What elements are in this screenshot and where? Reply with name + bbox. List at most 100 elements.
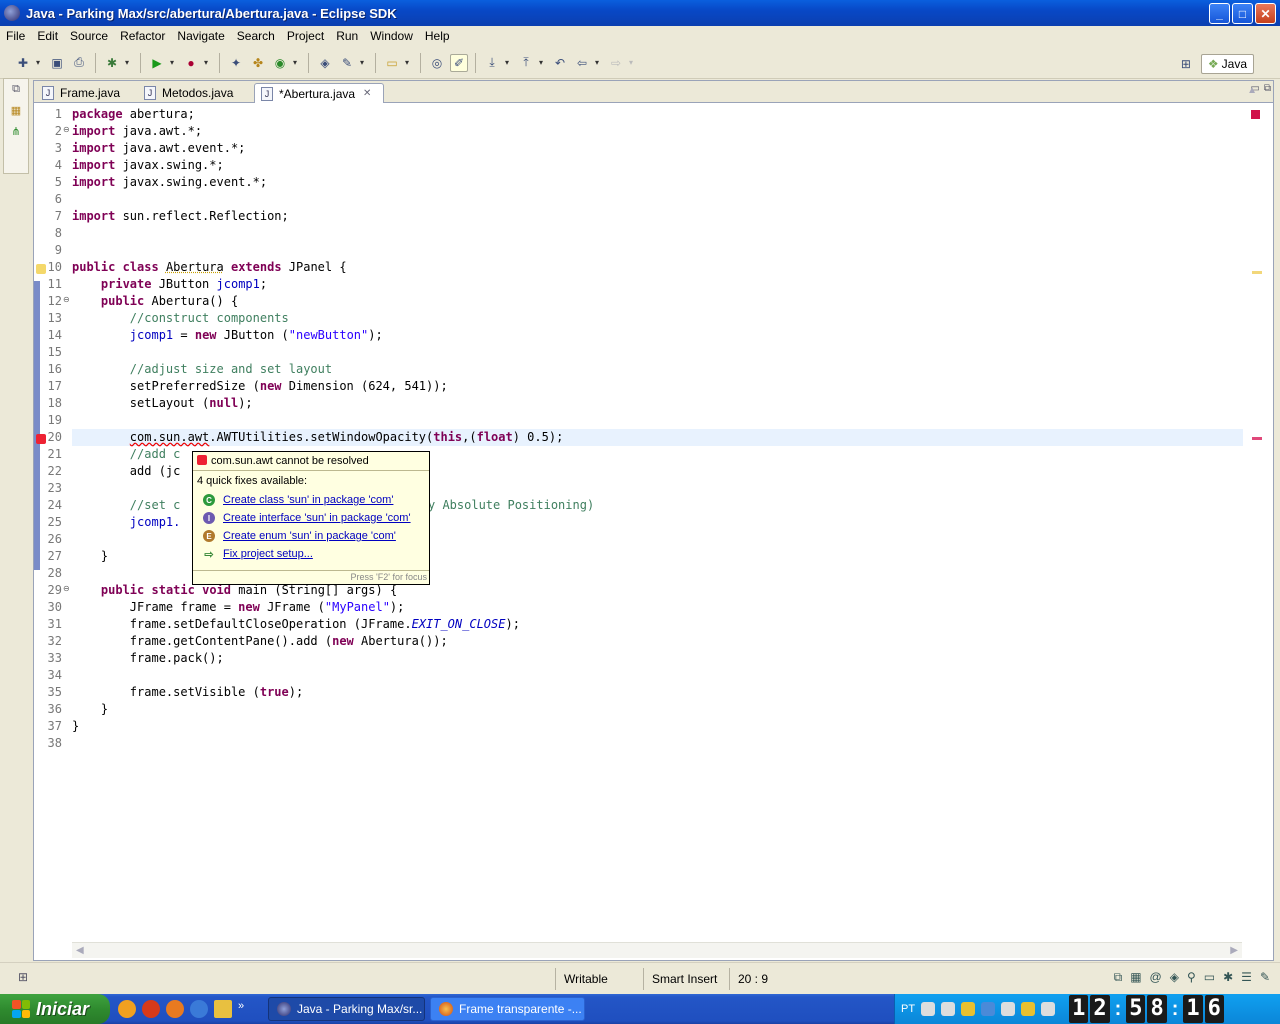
print-icon[interactable]: ⎙ [70, 54, 88, 72]
tray-icon[interactable] [921, 1002, 936, 1016]
declaration-icon[interactable]: ◈ [1170, 970, 1179, 985]
scroll-right-icon[interactable]: ▶ [1230, 945, 1238, 956]
fold-icon[interactable]: ⊖ [63, 580, 70, 597]
next-annotation-dropdown-icon[interactable]: ▾ [505, 58, 513, 67]
start-button[interactable]: Iniciar [0, 994, 110, 1024]
java-perspective-button[interactable]: ❖ Java [1200, 54, 1254, 74]
menu-source[interactable]: Source [64, 29, 114, 43]
task-firefox[interactable]: Frame transparente -... [430, 997, 585, 1021]
tab-label: Metodos.java [162, 86, 234, 100]
menu-refactor[interactable]: Refactor [114, 29, 171, 43]
fast-view-icon[interactable]: ⊞ [18, 970, 28, 984]
tasks-icon[interactable]: ✎ [1260, 970, 1270, 985]
close-tab-icon[interactable]: ✕ [363, 88, 371, 99]
tab-abertura-java[interactable]: J *Abertura.java ✕ [254, 83, 384, 103]
tray-icon[interactable] [981, 1002, 996, 1016]
new-icon[interactable]: ✚ [14, 54, 32, 72]
external-tools-icon[interactable]: ● [182, 54, 200, 72]
tab-frame-java[interactable]: J Frame.java [36, 83, 136, 103]
close-button[interactable]: ✕ [1255, 3, 1276, 24]
properties-icon[interactable]: ☰ [1241, 970, 1252, 985]
ie-icon[interactable] [190, 1000, 208, 1018]
code-line: jcomp1 = new JButton ("newButton"); [129, 328, 383, 342]
minimize-button[interactable]: _ [1209, 3, 1230, 24]
new-java-project-icon[interactable]: ✦ [227, 54, 245, 72]
menu-window[interactable]: Window [364, 29, 419, 43]
restore-icon[interactable]: ⧉ [12, 83, 20, 96]
new-dropdown-icon[interactable]: ▾ [36, 58, 44, 67]
open-folder-dropdown-icon[interactable]: ▾ [405, 58, 413, 67]
restore-view-icon[interactable]: ⧉ [1114, 970, 1123, 985]
tray-icon[interactable] [961, 1002, 976, 1016]
javadoc-icon[interactable]: @ [1150, 970, 1162, 985]
language-indicator[interactable]: PT [901, 1003, 915, 1015]
menu-file[interactable]: File [0, 29, 31, 43]
menu-navigate[interactable]: Navigate [171, 29, 230, 43]
menu-run[interactable]: Run [330, 29, 364, 43]
previous-annotation-icon[interactable]: ⤒ [517, 54, 535, 72]
code-line: frame.getContentPane().add (new Abertura… [129, 634, 448, 648]
fold-icon[interactable]: ⊖ [63, 121, 70, 138]
menu-project[interactable]: Project [281, 29, 330, 43]
quicklaunch-icon[interactable] [142, 1000, 160, 1018]
fold-icon[interactable]: ⊖ [63, 291, 70, 308]
toggle-mark-occurrences-icon[interactable]: ◎ [428, 54, 446, 72]
tray-icon[interactable] [941, 1002, 956, 1016]
menu-help[interactable]: Help [419, 29, 456, 43]
package-explorer-icon[interactable]: ▦ [11, 104, 21, 117]
scroll-left-icon[interactable]: ◀ [76, 945, 84, 956]
menu-search[interactable]: Search [231, 29, 281, 43]
horizontal-scrollbar[interactable]: ◀ ▶ [72, 942, 1242, 958]
open-type-icon[interactable]: ◈ [316, 54, 334, 72]
search-icon[interactable]: ✎ [338, 54, 356, 72]
forward-dropdown-icon[interactable]: ▾ [629, 58, 637, 67]
firefox-icon[interactable] [166, 1000, 184, 1018]
scroll-up-icon[interactable]: ▲ [1247, 85, 1257, 96]
menu-edit[interactable]: Edit [31, 29, 64, 43]
new-class-dropdown-icon[interactable]: ▾ [293, 58, 301, 67]
security-icon[interactable] [1021, 1002, 1036, 1016]
search-dropdown-icon[interactable]: ▾ [360, 58, 368, 67]
forward-icon[interactable]: ⇨ [607, 54, 625, 72]
folder-icon[interactable] [214, 1000, 232, 1018]
back-dropdown-icon[interactable]: ▾ [595, 58, 603, 67]
tab-metodos-java[interactable]: J Metodos.java [138, 83, 254, 103]
highlight-icon[interactable]: ✐ [450, 53, 468, 72]
next-annotation-icon[interactable]: ⤓ [483, 54, 501, 72]
fix-create-interface[interactable]: I Create interface 'sun' in package 'com' [193, 509, 429, 527]
overview-ruler[interactable] [1245, 104, 1271, 944]
error-summary-icon[interactable] [1251, 110, 1260, 119]
fix-project-setup[interactable]: ⇨ Fix project setup... [193, 545, 429, 563]
open-perspective-icon[interactable]: ⊞ [1177, 55, 1195, 73]
fix-create-enum[interactable]: E Create enum 'sun' in package 'com' [193, 527, 429, 545]
external-tools-dropdown-icon[interactable]: ▾ [204, 58, 212, 67]
console-icon[interactable]: ▭ [1204, 970, 1215, 985]
debug-icon[interactable]: ✱ [103, 54, 121, 72]
tray-icon[interactable] [1041, 1002, 1056, 1016]
maximize-button[interactable]: □ [1232, 3, 1253, 24]
run-dropdown-icon[interactable]: ▾ [170, 58, 178, 67]
last-edit-icon[interactable]: ↶ [551, 54, 569, 72]
back-icon[interactable]: ⇦ [573, 54, 591, 72]
new-class-icon[interactable]: ◉ [271, 54, 289, 72]
previous-annotation-dropdown-icon[interactable]: ▾ [539, 58, 547, 67]
package-view-icon[interactable]: ▦ [1130, 970, 1141, 985]
debug-dropdown-icon[interactable]: ▾ [125, 58, 133, 67]
save-icon[interactable]: ▣ [48, 54, 66, 72]
maximize-editor-icon[interactable]: ⧉ [1264, 83, 1271, 94]
run-icon[interactable]: ▶ [148, 54, 166, 72]
error-marker[interactable] [1252, 437, 1262, 440]
debug-view-icon[interactable]: ✱ [1223, 970, 1233, 985]
open-folder-icon[interactable]: ▭ [383, 54, 401, 72]
new-package-icon[interactable]: ✤ [249, 54, 267, 72]
line-number: 4 [54, 158, 62, 172]
fix-create-class[interactable]: C Create class 'sun' in package 'com' [193, 491, 429, 509]
line-number: 21 [47, 447, 62, 461]
task-eclipse[interactable]: Java - Parking Max/sr... [268, 997, 425, 1021]
quicklaunch-icon[interactable] [118, 1000, 136, 1018]
warning-marker[interactable] [1252, 271, 1262, 274]
more-quicklaunch-icon[interactable]: » [238, 1000, 250, 1018]
hierarchy-icon[interactable]: ⋔ [11, 125, 20, 138]
tray-icon[interactable] [1001, 1002, 1016, 1016]
search-view-icon[interactable]: ⚲ [1187, 970, 1196, 985]
